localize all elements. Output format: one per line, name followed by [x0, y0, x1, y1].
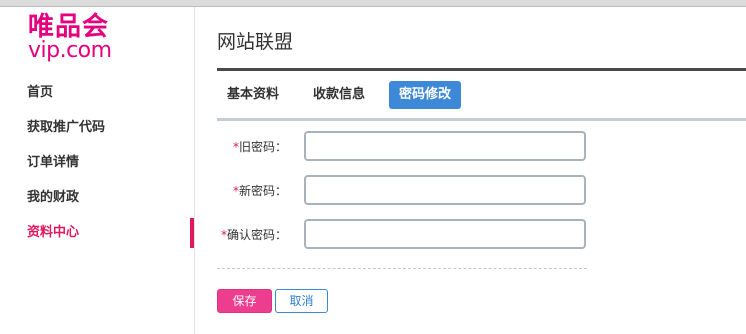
sidebar-nav: 首页 获取推广代码 订单详情 我的财政 资料中心	[0, 75, 194, 250]
brand-name-cn: 唯品会	[28, 12, 110, 42]
form-row-new-password: *新密码：	[217, 175, 746, 205]
confirm-password-input[interactable]	[304, 219, 586, 249]
page-title: 网站联盟	[217, 31, 294, 53]
form-row-confirm-password: *确认密码：	[217, 219, 746, 249]
title-divider	[217, 68, 746, 71]
window-top-strip	[0, 0, 746, 7]
sidebar: 唯品会 vip.com 首页 获取推广代码 订单详情 我的财政 资料中心	[0, 7, 195, 334]
tab-payment-info[interactable]: 收款信息	[303, 81, 375, 109]
tab-bar: 基本资料 收款信息 密码修改	[217, 80, 746, 121]
old-password-label: *旧密码：	[232, 140, 287, 154]
sidebar-item-get-promo-code[interactable]: 获取推广代码	[0, 110, 194, 145]
sidebar-item-my-finance[interactable]: 我的财政	[0, 180, 194, 215]
tab-change-password[interactable]: 密码修改	[389, 81, 462, 109]
cancel-button[interactable]: 取消	[275, 289, 328, 313]
sidebar-item-order-details[interactable]: 订单详情	[0, 145, 194, 180]
confirm-password-label: *确认密码：	[220, 228, 287, 242]
save-button[interactable]: 保存	[217, 289, 272, 313]
old-password-input[interactable]	[304, 131, 586, 161]
sidebar-item-profile-center[interactable]: 资料中心	[0, 215, 194, 250]
brand-name-en: vip.com	[28, 38, 112, 63]
sidebar-item-home[interactable]: 首页	[0, 75, 194, 110]
form-row-old-password: *旧密码：	[217, 131, 746, 161]
brand-logo[interactable]: 唯品会 vip.com	[28, 14, 112, 62]
main-content: 网站联盟 基本资料 收款信息 密码修改 *旧密码： *新密码： *确认密码： 保…	[217, 7, 746, 334]
new-password-label: *新密码：	[232, 184, 287, 198]
tab-basic-info[interactable]: 基本资料	[217, 81, 289, 109]
form-divider	[217, 268, 587, 269]
new-password-input[interactable]	[304, 175, 586, 205]
